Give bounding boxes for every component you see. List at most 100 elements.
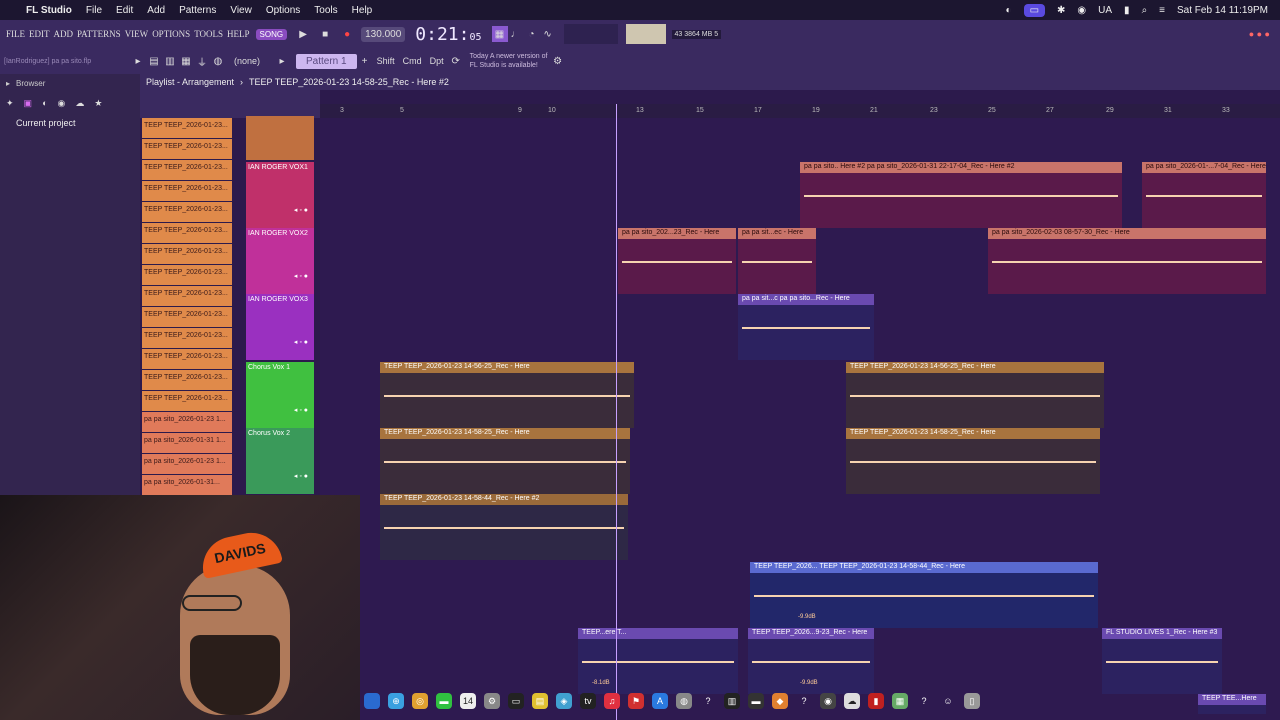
picker-clip[interactable]: TEEP TEEP_2026-01-23... <box>142 181 232 201</box>
picker-clip[interactable]: TEEP TEEP_2026-01-23... <box>142 286 232 306</box>
dock-person-icon[interactable]: ☺ <box>940 693 956 709</box>
datetime[interactable]: Sat Feb 14 11:19PM <box>1177 5 1268 16</box>
window-controls[interactable]: ● ● ● <box>1249 29 1270 39</box>
dock-finder-icon[interactable] <box>364 693 380 709</box>
track-header[interactable] <box>246 116 314 160</box>
audio-clip[interactable]: pa pa sit...c pa pa sito...Rec - Here <box>738 294 874 360</box>
picker-clip[interactable]: TEEP TEEP_2026-01-23... <box>142 370 232 390</box>
audio-clip[interactable]: TEEP TEEP_2026-01-23 14-58-44_Rec - Here… <box>380 494 628 560</box>
picker-clip[interactable]: TEEP TEEP_2026-01-23... <box>142 202 232 222</box>
dock-music-icon[interactable]: ♫ <box>604 693 620 709</box>
menu-tools[interactable]: Tools <box>314 5 337 16</box>
input-source[interactable]: UA <box>1098 5 1112 16</box>
track-controls-icon[interactable]: ◂ ◦ ● <box>294 272 308 280</box>
arrow-icon[interactable]: ▸ <box>130 53 146 69</box>
audio-clip[interactable]: FL STUDIO LIVES 1_Rec - Here #3 <box>1102 628 1222 694</box>
update-icon[interactable]: ⟳ <box>448 53 464 69</box>
picker-clip[interactable]: TEEP TEEP_2026-01-23... <box>142 244 232 264</box>
dock-cloud-icon[interactable]: ☁ <box>844 693 860 709</box>
menu-help[interactable]: Help <box>352 5 373 16</box>
mixer-icon[interactable]: ▤ <box>146 53 162 69</box>
fl-menu-help[interactable]: HELP <box>227 29 250 39</box>
dock-trash-icon[interactable]: ▯ <box>964 693 980 709</box>
dock-fl-icon[interactable]: ◆ <box>772 693 788 709</box>
dock-settings-icon[interactable]: ⚙ <box>484 693 500 709</box>
update-notice[interactable]: Today A newer version of FL Studio is av… <box>470 52 550 70</box>
plugin-icon[interactable]: ⏚ <box>194 53 210 69</box>
arrangement-grid[interactable]: pa pa sito.. Here #2 pa pa sito_2026-01-… <box>320 118 1280 720</box>
track-header[interactable]: IAN ROGER VOX1 ◂ ◦ ● <box>246 162 314 228</box>
dock-terminal-icon[interactable]: ▭ <box>508 693 524 709</box>
dock-maps-icon[interactable]: ◈ <box>556 693 572 709</box>
audio-clip[interactable]: pa pa sit...ec - Here <box>738 228 816 294</box>
audio-clip[interactable]: pa pa sito.. Here #2 pa pa sito_2026-01-… <box>800 162 1122 228</box>
audio-clip[interactable]: pa pa sito_2026-01-...7-04_Rec - Here <box>1142 162 1266 228</box>
track-header[interactable]: Chorus Vox 1 ◂ ◦ ● <box>246 362 314 428</box>
menu-edit[interactable]: Edit <box>116 5 133 16</box>
cloud-icon[interactable]: ☁ <box>75 98 84 109</box>
dock-ableton-icon[interactable]: ▥ <box>724 693 740 709</box>
picker-clip[interactable]: TEEP TEEP_2026-01-23... <box>142 328 232 348</box>
audio-clip[interactable]: TEEP...ere T... -8.1dB <box>578 628 738 694</box>
current-project-item[interactable]: Current project <box>0 114 140 132</box>
pattern-selector[interactable]: Pattern 1 <box>296 53 357 69</box>
menu-file[interactable]: File <box>86 5 102 16</box>
wait-icon[interactable]: ◔ <box>524 26 540 42</box>
dock-chrome2-icon[interactable]: ◍ <box>676 693 692 709</box>
all-icon[interactable]: ✦ <box>6 98 14 109</box>
dock-help2-icon[interactable]: ? <box>796 693 812 709</box>
dock-protools-icon[interactable]: ▬ <box>748 693 764 709</box>
fl-menu-tools[interactable]: TOOLS <box>194 29 223 39</box>
add-pattern-icon[interactable]: + <box>357 53 373 69</box>
dock-tv-icon[interactable]: tv <box>580 693 596 709</box>
app-name[interactable]: FL Studio <box>26 5 72 16</box>
dpt-button[interactable]: Dpt <box>426 54 448 68</box>
audio-clip[interactable]: TEEP TEEP_2026...9-23_Rec - Here -9.9dB <box>748 628 874 694</box>
bluetooth-icon[interactable]: ✱ <box>1057 5 1065 16</box>
mic-icon[interactable]: ◍ <box>210 53 226 69</box>
stop-button[interactable]: ■ <box>317 26 333 42</box>
audio-clip[interactable]: TEEP TEEP_2026-01-23 14-58-25_Rec - Here <box>380 428 630 494</box>
dock-messages-icon[interactable]: ▬ <box>436 693 452 709</box>
picker-clip[interactable]: TEEP TEEP_2026-01-23... <box>142 307 232 327</box>
audio-clip[interactable]: TEEP TEEP_2026-01-23 14-56-25_Rec - Here <box>846 362 1104 428</box>
menu-add[interactable]: Add <box>147 5 165 16</box>
metronome-icon[interactable]: ♩ <box>508 26 524 42</box>
track-header[interactable]: IAN ROGER VOX3 ◂ ◦ ● <box>246 294 314 360</box>
audio-clip[interactable]: pa pa sito_2026-02-03 08-57-30_Rec - Her… <box>988 228 1266 294</box>
fl-menu-patterns[interactable]: PATTERNS <box>77 29 121 39</box>
tempo-display[interactable]: 130.000 <box>361 26 406 42</box>
picker-clip[interactable]: pa pa sito_2026-01-31 1... <box>142 433 232 453</box>
song-mode-toggle[interactable]: SONG <box>255 28 288 40</box>
settings-icon[interactable]: ⚙ <box>550 53 566 69</box>
screen-mirror-icon[interactable]: ▭ <box>1023 3 1046 17</box>
menu-patterns[interactable]: Patterns <box>179 5 216 16</box>
sound-icon[interactable]: ◉ <box>1077 5 1086 16</box>
channel-rack-icon[interactable]: ▥ <box>162 53 178 69</box>
track-controls-icon[interactable]: ◂ ◦ ● <box>294 338 308 346</box>
dock-xcode-icon[interactable]: ⚑ <box>628 693 644 709</box>
status-icon[interactable]: ◐ <box>1006 5 1012 16</box>
star-icon[interactable]: ★ <box>94 98 102 109</box>
fl-menu-options[interactable]: OPTIONS <box>152 29 190 39</box>
dock-appstore-icon[interactable]: A <box>652 693 668 709</box>
battery-icon[interactable]: ▮ <box>1124 5 1130 16</box>
pattern-song-icon[interactable]: ▦ <box>491 26 508 42</box>
playhead[interactable] <box>616 104 617 720</box>
timeline-ruler[interactable]: 3 5 9 10 13 15 17 19 21 23 25 27 29 31 3… <box>320 104 1280 118</box>
cmd-button[interactable]: Cmd <box>399 54 426 68</box>
picker-clip[interactable]: TEEP TEEP_2026-01-23... <box>142 391 232 411</box>
pattern-prev-icon[interactable]: ▸ <box>274 53 290 69</box>
plugin-db-icon[interactable]: ◐ <box>42 98 47 108</box>
dock-help-icon[interactable]: ? <box>700 693 716 709</box>
picker-clip[interactable]: pa pa sito_2026-01-23 1... <box>142 454 232 474</box>
dock-record-icon[interactable]: ◉ <box>820 693 836 709</box>
menu-options[interactable]: Options <box>266 5 300 16</box>
dock-app-icon[interactable]: ▮ <box>868 693 884 709</box>
audio-clip[interactable]: TEEP TEEP_2026-01-23 14-56-25_Rec - Here <box>380 362 634 428</box>
loop-record-icon[interactable]: ∿ <box>540 26 556 42</box>
picker-clip[interactable]: TEEP TEEP_2026-01-23... <box>142 349 232 369</box>
dock-calendar-icon[interactable]: 14 <box>460 693 476 709</box>
track-controls-icon[interactable]: ◂ ◦ ● <box>294 406 308 414</box>
dock-notes-icon[interactable]: ▤ <box>532 693 548 709</box>
